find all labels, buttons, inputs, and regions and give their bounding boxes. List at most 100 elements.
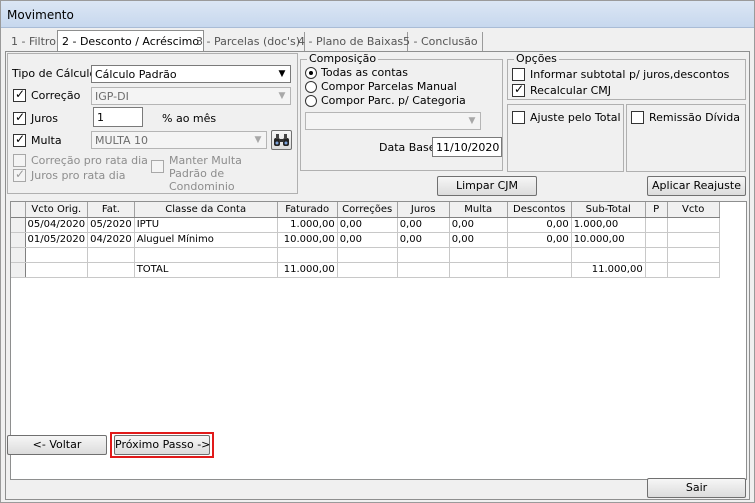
tab-parcelas[interactable]: 3 - Parcelas (doc's) xyxy=(192,32,306,51)
cell xyxy=(87,247,135,263)
radio-compor-parcelas[interactable] xyxy=(305,81,317,93)
tab-plano-baixas[interactable]: 4 - Plano de Baixas xyxy=(294,32,409,51)
cell xyxy=(507,247,572,263)
calc-group: Tipo de Cálculo Cálculo Padrão ▼ Correçã… xyxy=(7,53,298,194)
cell xyxy=(449,262,508,278)
tab-conclusao[interactable]: 5 - Conclusão xyxy=(399,32,483,51)
recalcular-cmj-label: Recalcular CMJ xyxy=(530,84,612,97)
correcao-label: Correção xyxy=(31,89,81,102)
cell: 10.000,00 xyxy=(277,232,338,248)
cell: 10.000,00 xyxy=(571,232,646,248)
tab-desconto-acrescimo[interactable]: 2 - Desconto / Acréscimo xyxy=(57,30,205,52)
informar-subtotal-label: Informar subtotal p/ juros,descontos xyxy=(530,68,730,81)
cell xyxy=(667,262,720,278)
cell xyxy=(87,262,135,278)
remissao-divida-checkbox[interactable] xyxy=(631,111,644,124)
cell xyxy=(667,217,720,233)
col-header[interactable]: Vcto xyxy=(667,202,720,218)
cell xyxy=(645,232,668,248)
cell xyxy=(337,262,398,278)
composicao-title: Composição xyxy=(307,52,379,65)
tab-filtro[interactable]: 1 - Filtro xyxy=(7,32,61,51)
ajuste-total-label: Ajuste pelo Total xyxy=(530,111,621,124)
col-header[interactable]: Juros xyxy=(397,202,450,218)
table-row[interactable]: 05/04/2020 05/2020 IPTU 1.000,00 0,00 0,… xyxy=(11,217,720,233)
col-header[interactable]: Correções xyxy=(337,202,398,218)
multa-value: MULTA 10 xyxy=(95,134,149,147)
voltar-button[interactable]: <- Voltar xyxy=(7,435,107,455)
cell: Aluguel Mínimo xyxy=(134,232,278,248)
cell xyxy=(397,262,450,278)
tipo-calculo-value: Cálculo Padrão xyxy=(95,68,177,81)
chevron-down-icon: ▼ xyxy=(278,69,286,79)
correcao-select[interactable]: IGP-DI ▼ xyxy=(91,87,291,105)
ajuste-total-checkbox[interactable] xyxy=(512,111,525,124)
col-header[interactable]: Vcto Orig. xyxy=(25,202,89,218)
cell: 05/2020 xyxy=(87,217,135,233)
col-header[interactable]: Faturado xyxy=(277,202,338,218)
col-header[interactable]: Descontos xyxy=(507,202,572,218)
juros-input[interactable]: 1 xyxy=(93,107,143,127)
data-base-input[interactable]: 11/10/2020 xyxy=(432,137,502,157)
chevron-down-icon: ▼ xyxy=(254,135,262,145)
col-header[interactable]: Fat. xyxy=(87,202,135,218)
cell: 0,00 xyxy=(449,232,508,248)
recalcular-cmj-checkbox[interactable] xyxy=(512,82,525,97)
sair-button[interactable]: Sair xyxy=(647,478,746,498)
juros-label: Juros xyxy=(31,112,58,125)
aplicar-reajuste-button[interactable]: Aplicar Reajuste xyxy=(647,176,746,196)
cell: 0,00 xyxy=(507,217,572,233)
correcao-pro-rata-checkbox[interactable] xyxy=(13,154,26,167)
chevron-down-icon: ▼ xyxy=(278,91,286,101)
manter-multa-checkbox[interactable] xyxy=(151,160,164,173)
cell: 11.000,00 xyxy=(571,262,646,278)
row-indicator xyxy=(11,202,26,218)
radio-todas-contas[interactable] xyxy=(305,67,317,79)
multa-label: Multa xyxy=(31,134,62,147)
cell: 0,00 xyxy=(397,232,450,248)
cell: 0,00 xyxy=(337,217,398,233)
juros-pro-rata-checkbox[interactable] xyxy=(13,167,26,182)
compor-parcelas-label: Compor Parcelas Manual xyxy=(321,80,457,93)
col-header[interactable]: P xyxy=(645,202,668,218)
tab-panel: Tipo de Cálculo Cálculo Padrão ▼ Correçã… xyxy=(5,51,750,500)
title-bar: Movimento xyxy=(1,1,754,28)
cell xyxy=(277,247,338,263)
opcoes-title: Opções xyxy=(514,52,559,65)
col-header[interactable]: Multa xyxy=(449,202,508,218)
correcao-checkbox[interactable] xyxy=(13,87,26,102)
row-indicator xyxy=(11,247,26,263)
cell xyxy=(25,262,89,278)
data-base-label: Data Base xyxy=(379,141,436,154)
correcao-value: IGP-DI xyxy=(95,90,129,103)
table-row[interactable]: 01/05/2020 04/2020 Aluguel Mínimo 10.000… xyxy=(11,232,720,248)
manter-multa-label: Manter Multa Padrão de Condominio xyxy=(169,154,242,193)
chevron-down-icon: ▼ xyxy=(468,116,476,126)
binoculars-button[interactable] xyxy=(271,130,292,150)
compor-categoria-label: Compor Parc. p/ Categoria xyxy=(321,94,466,107)
col-header[interactable]: Classe da Conta xyxy=(134,202,278,218)
cell: 04/2020 xyxy=(87,232,135,248)
cell: 0,00 xyxy=(397,217,450,233)
parcelas-table: Vcto Orig. Fat. Classe da Conta Faturado… xyxy=(11,202,720,278)
limpar-cjm-button[interactable]: Limpar CJM xyxy=(437,176,537,196)
juros-pro-rata-label: Juros pro rata dia xyxy=(31,169,126,182)
cell xyxy=(645,247,668,263)
multa-select[interactable]: MULTA 10 ▼ xyxy=(91,131,267,149)
cell xyxy=(449,247,508,263)
radio-compor-categoria[interactable] xyxy=(305,95,317,107)
cell: 0,00 xyxy=(507,232,572,248)
cell xyxy=(667,232,720,248)
col-header[interactable]: Sub-Total xyxy=(571,202,646,218)
informar-subtotal-checkbox[interactable] xyxy=(512,68,525,81)
categoria-select[interactable]: ▼ xyxy=(305,112,481,130)
table-header-row: Vcto Orig. Fat. Classe da Conta Faturado… xyxy=(11,202,720,218)
highlight-box xyxy=(110,432,214,458)
table-row[interactable] xyxy=(11,247,720,263)
juros-value: 1 xyxy=(97,111,104,124)
juros-checkbox[interactable] xyxy=(13,110,26,125)
multa-checkbox[interactable] xyxy=(13,132,26,147)
cell xyxy=(667,247,720,263)
cell xyxy=(571,247,646,263)
tipo-calculo-select[interactable]: Cálculo Padrão ▼ xyxy=(91,65,291,83)
